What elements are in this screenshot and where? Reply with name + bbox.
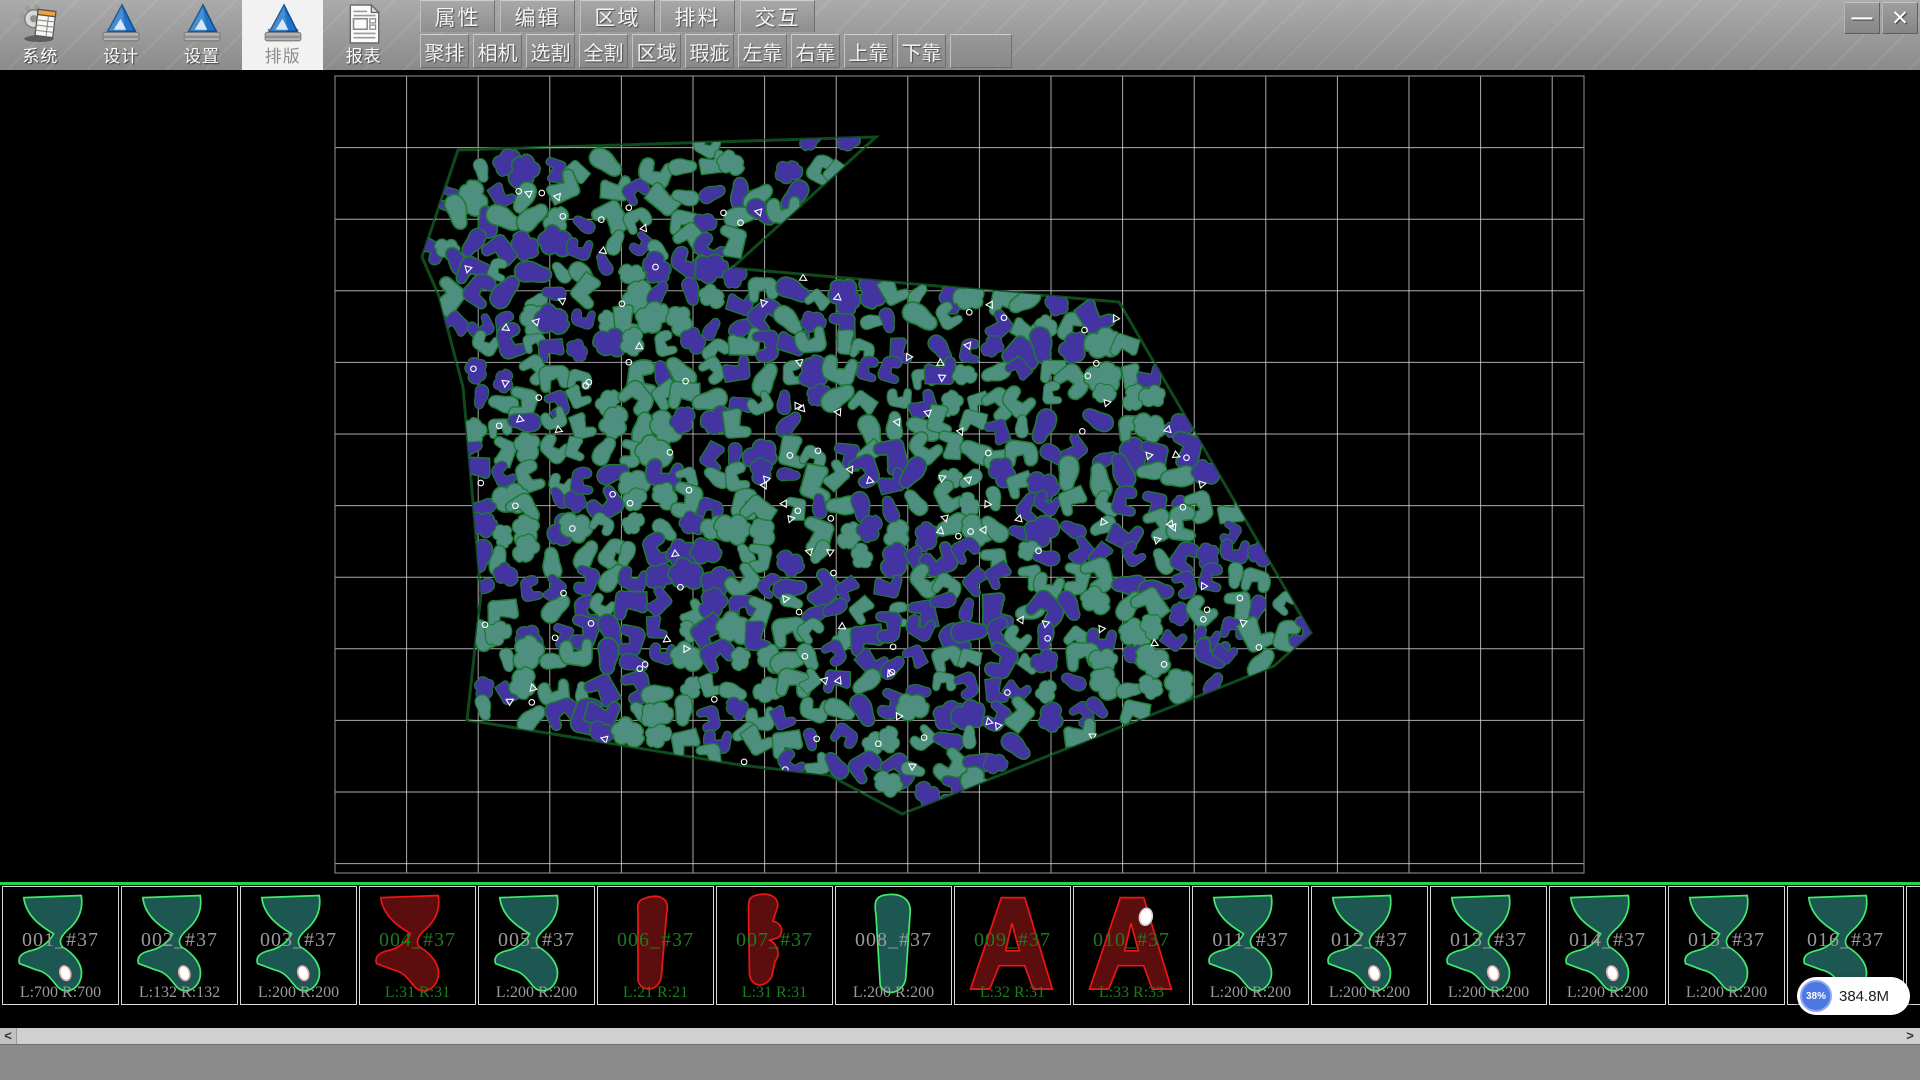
thumbnail-tile-10[interactable]: 010_#37 L:33 R:33 — [1073, 886, 1190, 1005]
thumbnail-tile-3[interactable]: 003_#37 L:200 R:200 — [240, 886, 357, 1005]
thumbnail-piece-id: 003_#37 — [241, 929, 356, 952]
thumbnail-lr-count: L:200 R:200 — [1550, 984, 1665, 1002]
thumbnail-tile-4[interactable]: 004_#37 L:31 R:31 — [359, 886, 476, 1005]
iconbar-button-label: 设计 — [103, 47, 139, 67]
close-button[interactable]: ✕ — [1882, 2, 1918, 34]
memory-badge: 38% 384.8M — [1797, 977, 1910, 1015]
iconbar-button-label: 报表 — [346, 47, 382, 67]
iconbar-button-2[interactable]: 设计 — [81, 0, 162, 70]
report-document-icon — [343, 2, 385, 46]
thumbnail-lr-count: L:33 R:33 — [1074, 984, 1189, 1002]
thumbnail-tile-9[interactable]: 009_#37 L:32 R:31 — [954, 886, 1071, 1005]
thumbnail-tile-5[interactable]: 005_#37 L:200 R:200 — [478, 886, 595, 1005]
menu-tab-row: 属性编辑区域排料交互 — [420, 0, 1016, 32]
thumbnail-lr-count: L:31 R:31 — [717, 984, 832, 1002]
thumbnail-row: 001_#37L:700 R:700002_#37L:132 R:132003_… — [2, 886, 1920, 1005]
thumbnail-piece-id: 002_#37 — [122, 929, 237, 952]
tool-button-9[interactable]: 上靠 — [844, 34, 893, 68]
tool-button-3[interactable]: 选割 — [526, 34, 575, 68]
thumbnail-piece-id: 014_#37 — [1550, 929, 1665, 952]
thumbnail-piece-id: 001_#37 — [3, 929, 118, 952]
thumbnail-piece-id: 016_#37 — [1788, 929, 1903, 952]
thumbnail-piece-id: 006_#37 — [598, 929, 713, 952]
tool-button-row: 聚排相机选割全割区域瑕疵左靠右靠上靠下靠 — [420, 34, 1016, 68]
system-gear-icon — [19, 2, 61, 46]
thumbnail-lr-count: L:200 R:200 — [479, 984, 594, 1002]
thumbnail-piece-id: 004_#37 — [360, 929, 475, 952]
thumbnail-lr-count: L:700 R:700 — [3, 984, 118, 1002]
thumbnail-piece-id: 005_#37 — [479, 929, 594, 952]
menu-tab-5[interactable]: 交互 — [740, 0, 815, 32]
iconbar-button-4[interactable]: 排版 — [242, 0, 323, 70]
piece-thumbnail-strip: 001_#37L:700 R:700002_#37L:132 R:132003_… — [0, 882, 1920, 1028]
window-controls: — ✕ — [1842, 2, 1918, 34]
iconbar-button-label: 系统 — [22, 47, 58, 67]
menu-area: 属性编辑区域排料交互 聚排相机选割全割区域瑕疵左靠右靠上靠下靠 — [420, 0, 1016, 68]
thumbnail-piece-id: 012_#37 — [1312, 929, 1427, 952]
thumbnail-tile-8[interactable]: 008_#37 L:200 R:200 — [835, 886, 952, 1005]
tool-button-1[interactable]: 聚排 — [420, 34, 469, 68]
hide-interior — [335, 76, 1584, 873]
tool-button-2[interactable]: 相机 — [473, 34, 522, 68]
iconbar-button-label: 设置 — [184, 47, 220, 67]
minimize-button[interactable]: — — [1844, 2, 1880, 34]
horizontal-scrollbar[interactable]: < > — [0, 1028, 1920, 1044]
iconbar-button-3[interactable]: 设置 — [162, 0, 243, 70]
thumbnail-piece-id: 013_#37 — [1431, 929, 1546, 952]
tool-button-8[interactable]: 右靠 — [791, 34, 840, 68]
nesting-app-window: 系统设计设置排版报表 属性编辑区域排料交互 聚排相机选割全割区域瑕疵左靠右靠上靠… — [0, 0, 1920, 1080]
thumbnail-lr-count: L:31 R:31 — [360, 984, 475, 1002]
thumbnail-lr-count: L:200 R:200 — [1193, 984, 1308, 1002]
toolbar: 系统设计设置排版报表 属性编辑区域排料交互 聚排相机选割全割区域瑕疵左靠右靠上靠… — [0, 0, 1920, 70]
thumbnail-piece-id: 008_#37 — [836, 929, 951, 952]
tool-button-blank — [950, 34, 1012, 68]
thumbnail-piece-id: 010_#37 — [1074, 929, 1189, 952]
thumbnail-tile-1[interactable]: 001_#37 L:700 R:700 — [2, 886, 119, 1005]
tool-button-10[interactable]: 下靠 — [897, 34, 946, 68]
tool-button-7[interactable]: 左靠 — [738, 34, 787, 68]
menu-tab-4[interactable]: 排料 — [660, 0, 735, 32]
thumbnail-lr-count: L:32 R:31 — [955, 984, 1070, 1002]
triangle-ruler-icon — [262, 2, 304, 46]
nesting-canvas[interactable] — [0, 70, 1920, 882]
main-icon-bar: 系统 设计 设置 排版 报表 — [0, 0, 404, 70]
triangle-ruler-icon — [100, 2, 142, 46]
tool-button-5[interactable]: 区域 — [632, 34, 681, 68]
progress-circle: 38% — [1800, 980, 1832, 1012]
iconbar-button-label: 排版 — [265, 47, 301, 67]
iconbar-button-5[interactable]: 报表 — [323, 0, 404, 70]
thumbnail-tile-14[interactable]: 014_#37 L:200 R:200 — [1549, 886, 1666, 1005]
thumbnail-lr-count: L:21 R:21 — [598, 984, 713, 1002]
thumbnail-piece-id: 009_#37 — [955, 929, 1070, 952]
menu-tab-3[interactable]: 区域 — [580, 0, 655, 32]
thumbnail-piece-id: 011_#37 — [1193, 929, 1308, 952]
thumbnail-tile-15[interactable]: 015_#37 L:200 R:200 — [1668, 886, 1785, 1005]
thumbnail-lr-count: L:132 R:132 — [122, 984, 237, 1002]
thumbnail-tile-2[interactable]: 002_#37 L:132 R:132 — [121, 886, 238, 1005]
thumbnail-piece-id: 007_#37 — [717, 929, 832, 952]
thumbnail-tile-7[interactable]: 007_#37 L:31 R:31 — [716, 886, 833, 1005]
menu-tab-1[interactable]: 属性 — [420, 0, 495, 32]
memory-value: 384.8M — [1839, 988, 1889, 1005]
nesting-layout-drawing — [0, 70, 1920, 882]
thumbnail-tile-13[interactable]: 013_#37 L:200 R:200 — [1430, 886, 1547, 1005]
thumbnail-lr-count: L:200 R:200 — [1312, 984, 1427, 1002]
thumbnail-piece-id: 015_#37 — [1669, 929, 1784, 952]
iconbar-button-1[interactable]: 系统 — [0, 0, 81, 70]
scroll-left-arrow[interactable]: < — [0, 1028, 17, 1044]
thumbnail-lr-count: L:200 R:200 — [1669, 984, 1784, 1002]
scroll-right-arrow[interactable]: > — [1902, 1028, 1918, 1044]
menu-tab-2[interactable]: 编辑 — [500, 0, 575, 32]
thumbnail-lr-count: L:200 R:200 — [241, 984, 356, 1002]
tool-button-6[interactable]: 瑕疵 — [685, 34, 734, 68]
thumbnail-tile-6[interactable]: 006_#37 L:21 R:21 — [597, 886, 714, 1005]
thumbnail-tile-12[interactable]: 012_#37 L:200 R:200 — [1311, 886, 1428, 1005]
tool-button-4[interactable]: 全割 — [579, 34, 628, 68]
status-bar — [0, 1044, 1920, 1080]
triangle-ruler-icon — [181, 2, 223, 46]
thumbnail-lr-count: L:200 R:200 — [836, 984, 951, 1002]
thumbnail-lr-count: L:200 R:200 — [1431, 984, 1546, 1002]
thumbnail-tile-11[interactable]: 011_#37 L:200 R:200 — [1192, 886, 1309, 1005]
thumbnail-piece-id: 017_#37 — [1907, 929, 1920, 952]
